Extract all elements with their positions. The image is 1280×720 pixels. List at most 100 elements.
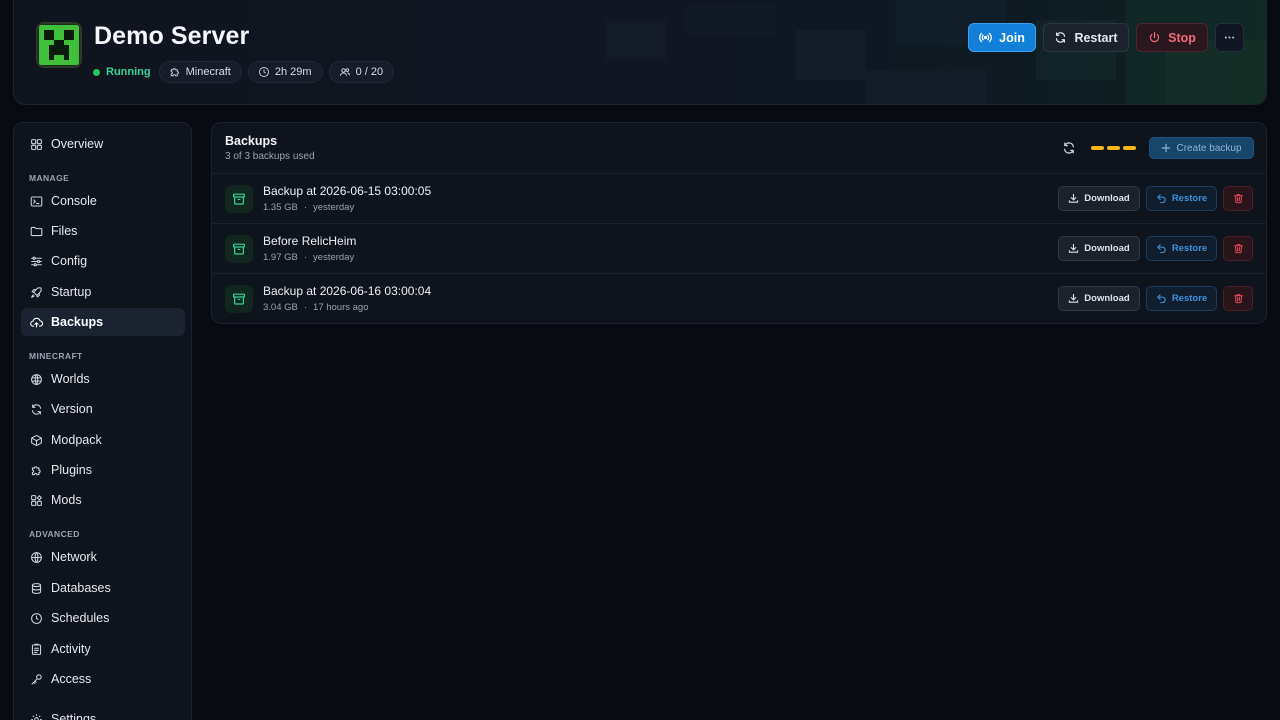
join-label: Join xyxy=(999,30,1025,45)
restore-label: Restore xyxy=(1171,293,1208,304)
sidebar-item-schedules[interactable]: Schedules xyxy=(21,604,185,632)
sidebar-section-manage: MANAGE xyxy=(29,173,70,183)
sidebar-item-activity[interactable]: Activity xyxy=(21,635,185,663)
backups-title: Backups xyxy=(225,134,278,148)
sidebar-item-label: Startup xyxy=(51,285,92,299)
sidebar-item-startup[interactable]: Startup xyxy=(21,278,185,306)
sidebar-item-console[interactable]: Console xyxy=(21,187,185,215)
puzzle-icon xyxy=(170,68,179,77)
restore-button[interactable]: Restore xyxy=(1146,186,1217,211)
download-button[interactable]: Download xyxy=(1058,236,1140,261)
restart-label: Restart xyxy=(1074,30,1118,45)
sidebar-item-backups[interactable]: Backups xyxy=(21,308,185,336)
backup-meta: 1.35 GB · yesterday xyxy=(263,202,354,213)
blocks-icon xyxy=(31,494,43,506)
sidebar-section-minecraft: MINECRAFT xyxy=(29,351,83,361)
sidebar-item-label: Activity xyxy=(51,642,91,656)
uptime-label: 2h 29m xyxy=(274,66,312,78)
broadcast-icon xyxy=(979,32,992,43)
clipboard-list-icon xyxy=(31,643,42,655)
players-chip: 0 / 20 xyxy=(328,61,395,83)
backup-item-icon xyxy=(225,185,253,213)
sidebar-item-settings[interactable]: Settings xyxy=(21,705,185,720)
loading-dash xyxy=(1107,146,1120,150)
backup-time: 17 hours ago xyxy=(313,302,369,313)
backup-meta: 1.97 GB · yesterday xyxy=(263,252,354,263)
sidebar-item-files[interactable]: Files xyxy=(21,217,185,245)
create-backup-label: Create backup xyxy=(1176,142,1242,154)
sidebar-item-modpack[interactable]: Modpack xyxy=(21,426,185,454)
users-icon xyxy=(339,68,350,76)
uptime-chip: 2h 29m xyxy=(247,61,323,83)
backup-row: Backup at 2026-06-15 03:00:05 1.35 GB · … xyxy=(212,173,1266,223)
loading-dash xyxy=(1091,146,1104,150)
download-button[interactable]: Download xyxy=(1058,186,1140,211)
download-button[interactable]: Download xyxy=(1058,286,1140,311)
sidebar-item-label: Modpack xyxy=(51,433,102,447)
archive-icon xyxy=(232,293,246,305)
trash-icon xyxy=(1233,194,1243,204)
archive-icon xyxy=(232,193,246,205)
ellipsis-icon xyxy=(1224,36,1235,39)
sliders-icon xyxy=(31,256,42,266)
backup-item-icon xyxy=(225,235,253,263)
create-backup-button[interactable]: Create backup xyxy=(1149,137,1254,159)
download-icon xyxy=(1069,243,1079,253)
sidebar-item-label: Backups xyxy=(51,315,104,329)
sidebar-item-label: Console xyxy=(51,194,97,208)
download-label: Download xyxy=(1084,243,1130,254)
clock-icon xyxy=(31,612,42,624)
restore-label: Restore xyxy=(1171,243,1208,254)
sidebar-item-version[interactable]: Version xyxy=(21,395,185,423)
sidebar: Overview MANAGE Console Files Config Sta… xyxy=(13,122,192,720)
backup-item-icon xyxy=(225,285,253,313)
sidebar-item-access[interactable]: Access xyxy=(21,665,185,693)
loading-indicator xyxy=(1091,146,1136,150)
sidebar-item-worlds[interactable]: Worlds xyxy=(21,365,185,393)
delete-button[interactable] xyxy=(1223,286,1253,311)
server-status-chips: Running Minecraft 2h 29m 0 / 20 xyxy=(93,61,395,83)
restore-button[interactable]: Restore xyxy=(1146,236,1217,261)
server-actions: Join Restart Stop xyxy=(968,23,1244,52)
cube-icon xyxy=(31,434,42,446)
backups-usage: 3 of 3 backups used xyxy=(225,151,315,162)
delete-button[interactable] xyxy=(1223,186,1253,211)
sidebar-item-label: Access xyxy=(51,672,92,686)
backup-size: 1.97 GB xyxy=(263,252,298,263)
clock-icon xyxy=(258,67,269,77)
status-label: Running xyxy=(106,66,151,78)
refresh-backups-button[interactable] xyxy=(1062,141,1076,155)
power-icon xyxy=(1149,32,1160,43)
stop-button[interactable]: Stop xyxy=(1136,23,1208,52)
download-icon xyxy=(1069,293,1079,303)
download-label: Download xyxy=(1084,293,1130,304)
backup-size: 1.35 GB xyxy=(263,202,298,213)
backup-name: Before RelicHeim xyxy=(263,234,357,248)
join-button[interactable]: Join xyxy=(968,23,1036,52)
key-icon xyxy=(31,673,42,684)
restart-button[interactable]: Restart xyxy=(1043,23,1129,52)
sidebar-item-label: Schedules xyxy=(51,611,110,625)
archive-icon xyxy=(232,243,246,255)
status-badge: Running xyxy=(93,61,153,83)
server-type-chip: Minecraft xyxy=(158,61,242,83)
refresh-icon xyxy=(1056,32,1066,43)
sidebar-item-label: Databases xyxy=(51,581,111,595)
sidebar-item-mods[interactable]: Mods xyxy=(21,486,185,514)
server-header: Demo Server Running Minecraft 2h 29m 0 /… xyxy=(13,0,1267,105)
sidebar-item-config[interactable]: Config xyxy=(21,247,185,275)
sidebar-item-overview[interactable]: Overview xyxy=(21,130,185,158)
status-dot xyxy=(93,68,100,76)
sidebar-item-plugins[interactable]: Plugins xyxy=(21,456,185,484)
delete-button[interactable] xyxy=(1223,236,1253,261)
sidebar-item-network[interactable]: Network xyxy=(21,543,185,571)
undo-icon xyxy=(1157,244,1166,254)
more-options-button[interactable] xyxy=(1215,23,1244,52)
sidebar-item-label: Worlds xyxy=(51,372,90,386)
server-title: Demo Server xyxy=(94,22,250,50)
restore-button[interactable]: Restore xyxy=(1146,286,1217,311)
globe-icon xyxy=(31,373,42,385)
terminal-icon xyxy=(30,196,43,206)
sidebar-item-databases[interactable]: Databases xyxy=(21,574,185,602)
undo-icon xyxy=(1157,194,1166,204)
